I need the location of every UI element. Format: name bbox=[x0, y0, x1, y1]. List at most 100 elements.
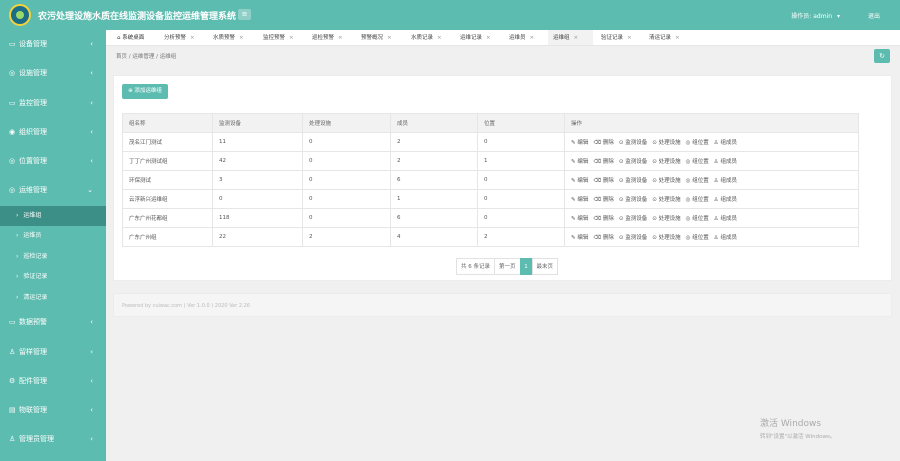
row-action-link[interactable]: ◎ 组位置 bbox=[686, 159, 709, 165]
row-action-link[interactable]: ⊙ 处理设施 bbox=[652, 197, 680, 203]
sidebar-subitem[interactable]: › 运维员 bbox=[0, 226, 106, 247]
close-icon[interactable]: × bbox=[239, 35, 244, 41]
breadcrumb-home[interactable]: 首页 bbox=[116, 54, 127, 60]
row-action-link[interactable]: ✎ 编辑 bbox=[571, 197, 588, 203]
row-action-label: 组成员 bbox=[720, 216, 737, 222]
table-row: 环保测试 3 0 6 0 ✎ 编辑 ⌫ 删除 ⊙ 监测设备 ⊙ 处理设施 ◎ 组位置 ♙ 组成员 bbox=[122, 170, 859, 190]
pagination: 共 6 条记录 第一页 1 最末页 bbox=[456, 258, 559, 275]
table-row: 云浮新兴运维组 0 0 1 0 ✎ 编辑 ⌫ 删除 ⊙ 监测设备 ⊙ 处理设施 ◎ 组位置 ♙ 组成… bbox=[122, 189, 859, 209]
row-action-label: 删除 bbox=[602, 178, 614, 184]
tab[interactable]: 水质预警 × bbox=[208, 30, 255, 45]
row-action-link[interactable]: ⌫ 删除 bbox=[593, 140, 614, 146]
row-action-link[interactable]: ⌫ 删除 bbox=[593, 235, 614, 241]
row-action-link[interactable]: ⊙ 监测设备 bbox=[619, 197, 647, 203]
tab[interactable]: 巡检预警 × bbox=[307, 30, 353, 45]
sidebar-item[interactable]: ◎ 运维管理 ⌄ bbox=[0, 176, 106, 205]
close-icon[interactable]: × bbox=[675, 35, 680, 41]
sidebar-subitem[interactable]: › 验证记录 bbox=[0, 267, 106, 288]
row-action-link[interactable]: ⊙ 处理设施 bbox=[652, 216, 680, 222]
close-icon[interactable]: × bbox=[190, 35, 195, 41]
close-icon[interactable]: × bbox=[437, 35, 442, 41]
row-action-link[interactable]: ⊙ 监测设备 bbox=[619, 159, 647, 165]
sidebar-item[interactable]: ♙ 管理员管理 ‹ bbox=[0, 425, 106, 454]
tab[interactable]: 运维员 × bbox=[504, 30, 545, 45]
row-action-link[interactable]: ◎ 组位置 bbox=[686, 178, 709, 184]
row-action-link[interactable]: ⌫ 删除 bbox=[593, 178, 614, 184]
tab[interactable]: 清运记录 × bbox=[644, 30, 688, 45]
row-action-link[interactable]: ⌫ 删除 bbox=[593, 197, 614, 203]
close-icon[interactable]: × bbox=[289, 35, 294, 41]
row-action-label: 组位置 bbox=[692, 216, 709, 222]
row-action-link[interactable]: ⊙ 监测设备 bbox=[619, 178, 647, 184]
sidebar-item[interactable]: ▭ 监控管理 ‹ bbox=[0, 89, 106, 118]
close-icon[interactable]: × bbox=[486, 35, 491, 41]
tab[interactable]: 运维组 × bbox=[548, 30, 593, 45]
maintenance-icon: ◎ bbox=[9, 186, 16, 195]
refresh-button[interactable]: ↻ bbox=[874, 49, 890, 63]
sidebar-subitem[interactable]: › 巡检记录 bbox=[0, 247, 106, 268]
row-action-link[interactable]: ♙ 组成员 bbox=[714, 140, 737, 146]
tab[interactable]: 分析预警 × bbox=[159, 30, 205, 45]
breadcrumb-parent[interactable]: 运维管理 bbox=[132, 54, 154, 60]
row-action-link[interactable]: ⊙ 监测设备 bbox=[619, 216, 647, 222]
row-action-label: 组位置 bbox=[692, 235, 709, 241]
sidebar-item[interactable]: ◎ 位置管理 ‹ bbox=[0, 147, 106, 176]
sidebar-item[interactable]: ▭ 数据预警 ‹ bbox=[0, 308, 106, 337]
row-action-link[interactable]: ◎ 组位置 bbox=[686, 197, 709, 203]
row-action-link[interactable]: ✎ 编辑 bbox=[571, 159, 588, 165]
close-icon[interactable]: × bbox=[530, 35, 535, 41]
row-action-link[interactable]: ✎ 编辑 bbox=[571, 235, 588, 241]
sidebar-item[interactable]: ▤ 物联管理 ‹ bbox=[0, 396, 106, 425]
row-action-link[interactable]: ⊙ 处理设施 bbox=[652, 159, 680, 165]
row-action-link[interactable]: ⊙ 处理设施 bbox=[652, 235, 680, 241]
pagination-last[interactable]: 最末页 bbox=[531, 258, 559, 275]
sidebar-item[interactable]: ◎ 设施管理 ‹ bbox=[0, 59, 106, 88]
row-action-link[interactable]: ✎ 编辑 bbox=[571, 140, 588, 146]
row-action-link[interactable]: ♙ 组成员 bbox=[714, 197, 737, 203]
tab-bar: ⌂ 系统桌面 分析预警 × 水质预警 × 监控预警 × 巡检预警 × 预警概况 × 水质记录 × 运维记录… bbox=[106, 30, 900, 46]
sidebar-item[interactable]: ♙ 留样管理 ‹ bbox=[0, 338, 106, 367]
tab[interactable]: 水质记录 × bbox=[406, 30, 452, 45]
row-action-label: 处理设施 bbox=[658, 235, 681, 241]
chevron-right-icon: › bbox=[16, 211, 19, 219]
row-action-label: 删除 bbox=[602, 140, 614, 146]
close-icon[interactable]: × bbox=[574, 35, 579, 41]
sidebar-item[interactable]: ◉ 组织管理 ‹ bbox=[0, 118, 106, 147]
close-icon[interactable]: × bbox=[338, 35, 343, 41]
row-action-link[interactable]: ⊙ 监测设备 bbox=[619, 140, 647, 146]
delete-icon: ⌫ bbox=[593, 216, 603, 222]
row-action-link[interactable]: ◎ 组位置 bbox=[686, 235, 709, 241]
row-action-link[interactable]: ⊙ 处理设施 bbox=[652, 140, 680, 146]
tab[interactable]: 监控预警 × bbox=[258, 30, 304, 45]
row-action-link[interactable]: ◎ 组位置 bbox=[686, 140, 709, 146]
sidebar-subitem[interactable]: › 清运记录 bbox=[0, 288, 106, 309]
user-menu[interactable]: 操作员: admin ▾ bbox=[791, 11, 840, 20]
row-action-link[interactable]: ⌫ 删除 bbox=[593, 216, 614, 222]
row-action-link[interactable]: ✎ 编辑 bbox=[571, 178, 588, 184]
tab[interactable]: 预警概况 × bbox=[356, 30, 403, 45]
row-action-link[interactable]: ⌫ 删除 bbox=[593, 159, 614, 165]
tab[interactable]: 验证记录 × bbox=[596, 30, 641, 45]
pagination-first[interactable]: 第一页 bbox=[494, 258, 521, 275]
close-icon[interactable]: × bbox=[387, 35, 392, 41]
tab[interactable]: 运维记录 × bbox=[455, 30, 501, 45]
sidebar-item[interactable]: ▭ 设备管理 ‹ bbox=[0, 30, 106, 59]
row-action-label: 监测设备 bbox=[625, 178, 648, 184]
row-action-link[interactable]: ♙ 组成员 bbox=[714, 216, 737, 222]
sidebar-subitem[interactable]: › 运维组 bbox=[0, 205, 106, 227]
row-action-link[interactable]: ◎ 组位置 bbox=[686, 216, 709, 222]
row-action-link[interactable]: ♙ 组成员 bbox=[714, 235, 737, 241]
sidebar-item[interactable]: ⚙ 配件管理 ‹ bbox=[0, 367, 106, 396]
row-action-link[interactable]: ⊙ 处理设施 bbox=[652, 178, 680, 184]
row-action-link[interactable]: ✎ 编辑 bbox=[571, 216, 588, 222]
row-action-link[interactable]: ♙ 组成员 bbox=[714, 178, 737, 184]
chevron-left-icon: ‹ bbox=[90, 435, 93, 444]
logout-link[interactable]: 退出 bbox=[868, 11, 880, 20]
menu-toggle-button[interactable]: ≡ bbox=[238, 9, 251, 20]
cell-facility: 0 bbox=[302, 189, 391, 209]
close-icon[interactable]: × bbox=[627, 35, 632, 41]
tab[interactable]: ⌂ 系统桌面 bbox=[112, 30, 156, 45]
row-action-link[interactable]: ⊙ 监测设备 bbox=[619, 235, 647, 241]
add-group-button[interactable]: ⊕ 添加运维组 bbox=[122, 84, 168, 99]
row-action-link[interactable]: ♙ 组成员 bbox=[714, 159, 737, 165]
